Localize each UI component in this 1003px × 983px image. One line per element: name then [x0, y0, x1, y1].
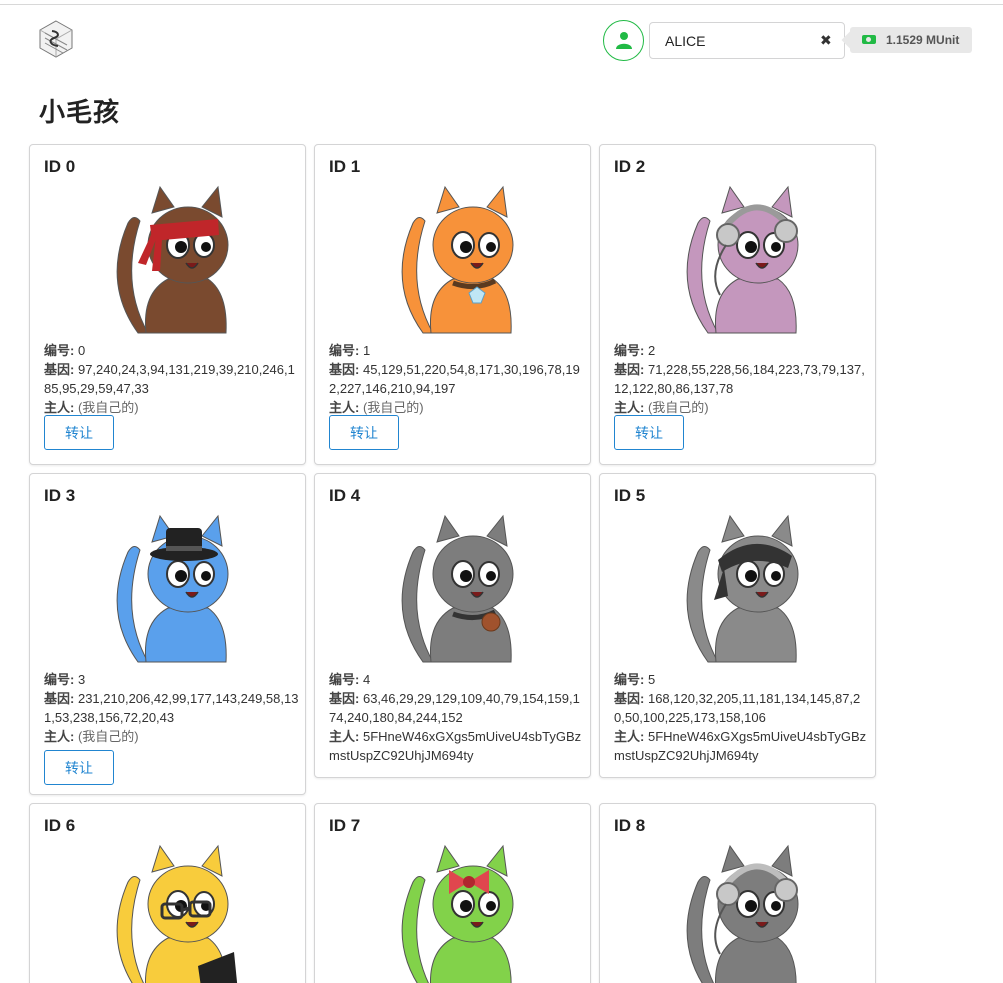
genes-label: 基因:: [614, 362, 645, 377]
kitty-id: ID 8: [614, 816, 646, 835]
kitty-card: ID 8: [599, 803, 876, 983]
owner-row: 主人: 5FHneW46xGXgs5mUiveU4sbTyGBzmstUspZC…: [329, 727, 584, 765]
page-title: 小毛孩: [39, 97, 121, 127]
kitty-info: 编号: 5 基因: 168,120,32,205,11,181,134,145,…: [614, 670, 869, 765]
kitty-info: 编号: 0 基因: 97,240,24,3,94,131,219,39,210,…: [44, 341, 299, 417]
number-label: 编号:: [614, 343, 645, 358]
genes-value: 63,46,29,29,129,109,40,79,154,159,174,24…: [329, 691, 580, 725]
owner-value: 5FHneW46xGXgs5mUiveU4sbTyGBzmstUspZC92Uh…: [329, 729, 582, 763]
app-logo: [37, 19, 75, 59]
owner-row: 主人: 5FHneW46xGXgs5mUiveU4sbTyGBzmstUspZC…: [614, 727, 869, 765]
kitty-info: 编号: 3 基因: 231,210,206,42,99,177,143,249,…: [44, 670, 299, 746]
owner-value: (我自己的): [362, 400, 424, 415]
owner-row: 主人: (我自己的): [44, 727, 299, 746]
number-label: 编号:: [614, 672, 645, 687]
genes-label: 基因:: [614, 691, 645, 706]
number-value: 4: [362, 672, 371, 687]
kitty-id: ID 1: [329, 157, 361, 176]
kitty-image: [98, 842, 258, 983]
kitty-card: ID 6: [29, 803, 306, 983]
number-value: 1: [362, 343, 371, 358]
number-row: 编号: 2: [614, 341, 869, 360]
balance-label: 1.1529 MUnit: [850, 27, 972, 53]
user-icon: [616, 32, 632, 49]
transfer-button[interactable]: 转让: [44, 750, 114, 785]
kitty-id: ID 2: [614, 157, 646, 176]
genes-row: 基因: 71,228,55,228,56,184,223,73,79,137,1…: [614, 360, 869, 398]
genes-value: 71,228,55,228,56,184,223,73,79,137,12,12…: [614, 362, 865, 396]
number-value: 3: [77, 672, 86, 687]
owner-label: 主人:: [614, 729, 645, 744]
kitty-id: ID 3: [44, 486, 76, 505]
genes-row: 基因: 45,129,51,220,54,8,171,30,196,78,192…: [329, 360, 584, 398]
owner-value: (我自己的): [77, 400, 139, 415]
clear-account-icon[interactable]: ✖: [820, 32, 832, 49]
kitty-id: ID 0: [44, 157, 76, 176]
top-divider: [0, 4, 1003, 5]
transfer-button[interactable]: 转让: [614, 415, 684, 450]
number-row: 编号: 0: [44, 341, 299, 360]
number-row: 编号: 5: [614, 670, 869, 689]
owner-value: (我自己的): [77, 729, 139, 744]
kitty-card: ID 2 编号: 2 基因: 71,228,55,228,56,184,223,…: [599, 144, 876, 465]
genes-label: 基因:: [44, 691, 75, 706]
kitty-image: [668, 842, 828, 983]
kitty-card: ID 3 编号: 3 基因: 231,210,206,42,99,177,143…: [29, 473, 306, 795]
genes-value: 168,120,32,205,11,181,134,145,87,20,50,1…: [614, 691, 861, 725]
kitty-info: 编号: 4 基因: 63,46,29,29,129,109,40,79,154,…: [329, 670, 584, 765]
owner-label: 主人:: [329, 400, 360, 415]
kitty-image: [668, 512, 828, 664]
kitty-card: ID 1 编号: 1 基因: 45,129,51,220,54,8,171,30…: [314, 144, 591, 465]
kitty-id: ID 7: [329, 816, 361, 835]
transfer-button[interactable]: 转让: [44, 415, 114, 450]
balance-value: 1.1529 MUnit: [886, 33, 960, 47]
owner-label: 主人:: [329, 729, 360, 744]
genes-value: 45,129,51,220,54,8,171,30,196,78,192,227…: [329, 362, 580, 396]
kitty-id: ID 6: [44, 816, 76, 835]
kitty-card: ID 5 编号: 5 基因: 168,120,32,205,11,181,134…: [599, 473, 876, 778]
money-icon: [862, 35, 876, 44]
genes-row: 基因: 231,210,206,42,99,177,143,249,58,131…: [44, 689, 299, 727]
owner-value: 5FHneW46xGXgs5mUiveU4sbTyGBzmstUspZC92Uh…: [614, 729, 867, 763]
genes-value: 97,240,24,3,94,131,219,39,210,246,185,95…: [44, 362, 295, 396]
number-value: 5: [647, 672, 656, 687]
account-name: ALICE: [665, 33, 706, 49]
kitty-info: 编号: 1 基因: 45,129,51,220,54,8,171,30,196,…: [329, 341, 584, 417]
kitty-image: [383, 842, 543, 983]
owner-label: 主人:: [44, 400, 75, 415]
kitty-card: ID 7: [314, 803, 591, 983]
number-label: 编号:: [44, 343, 75, 358]
kitty-info: 编号: 2 基因: 71,228,55,228,56,184,223,73,79…: [614, 341, 869, 417]
owner-label: 主人:: [614, 400, 645, 415]
owner-value: (我自己的): [647, 400, 709, 415]
kitty-image: [668, 183, 828, 335]
number-label: 编号:: [329, 672, 360, 687]
kitty-id: ID 5: [614, 486, 646, 505]
genes-row: 基因: 63,46,29,29,129,109,40,79,154,159,17…: [329, 689, 584, 727]
number-row: 编号: 3: [44, 670, 299, 689]
number-value: 0: [77, 343, 86, 358]
transfer-button[interactable]: 转让: [329, 415, 399, 450]
kitty-card: ID 0 编号: 0 基因: 97,240,24,3,94,131,219,39…: [29, 144, 306, 465]
genes-value: 231,210,206,42,99,177,143,249,58,131,53,…: [44, 691, 299, 725]
account-selector[interactable]: ALICE ✖: [649, 22, 845, 59]
kitty-card: ID 4 编号: 4 基因: 63,46,29,29,129,109,40,79…: [314, 473, 591, 778]
genes-row: 基因: 168,120,32,205,11,181,134,145,87,20,…: [614, 689, 869, 727]
number-label: 编号:: [329, 343, 360, 358]
kitty-image: [383, 183, 543, 335]
kitty-image: [383, 512, 543, 664]
kitty-id: ID 4: [329, 486, 361, 505]
kitty-image: [98, 512, 258, 664]
genes-label: 基因:: [329, 691, 360, 706]
number-value: 2: [647, 343, 656, 358]
number-row: 编号: 4: [329, 670, 584, 689]
genes-label: 基因:: [44, 362, 75, 377]
owner-label: 主人:: [44, 729, 75, 744]
number-label: 编号:: [44, 672, 75, 687]
genes-row: 基因: 97,240,24,3,94,131,219,39,210,246,18…: [44, 360, 299, 398]
number-row: 编号: 1: [329, 341, 584, 360]
kitty-image: [98, 183, 258, 335]
account-avatar-button[interactable]: [603, 20, 644, 61]
genes-label: 基因:: [329, 362, 360, 377]
